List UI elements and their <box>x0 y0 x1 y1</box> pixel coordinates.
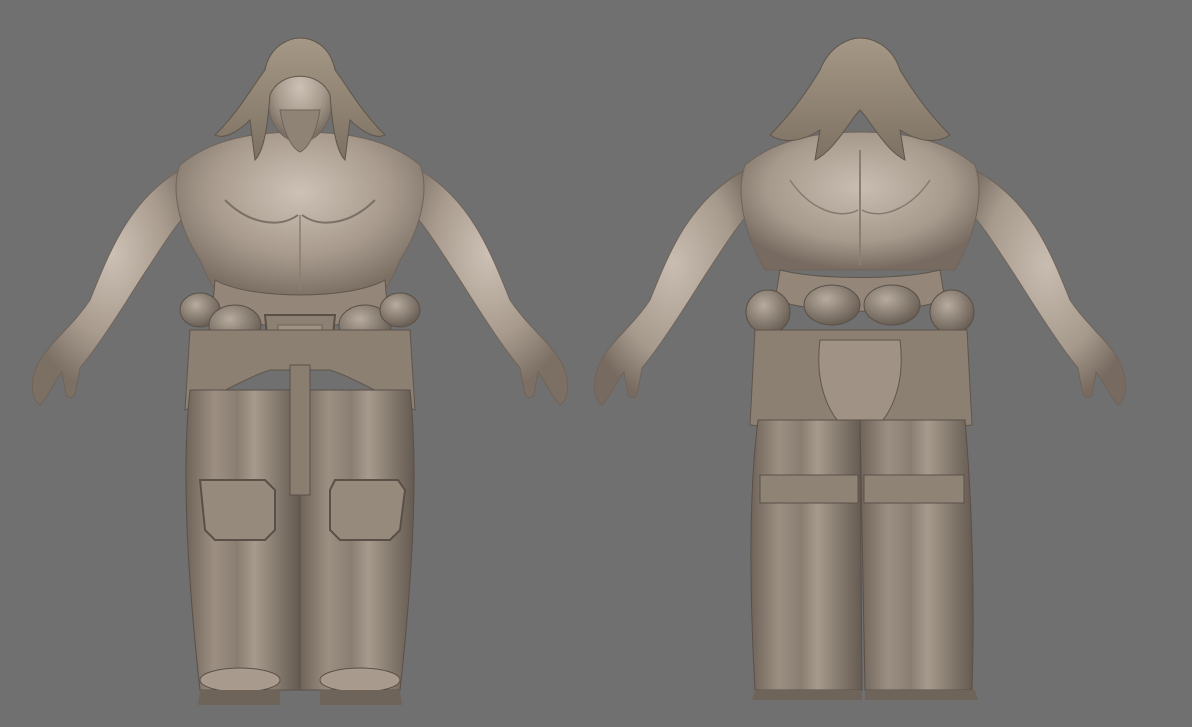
character-back-view[interactable] <box>593 37 1127 700</box>
sculpt-viewport[interactable] <box>0 0 1192 727</box>
viewport-canvas <box>31 37 1127 705</box>
character-front-view[interactable] <box>31 37 569 705</box>
